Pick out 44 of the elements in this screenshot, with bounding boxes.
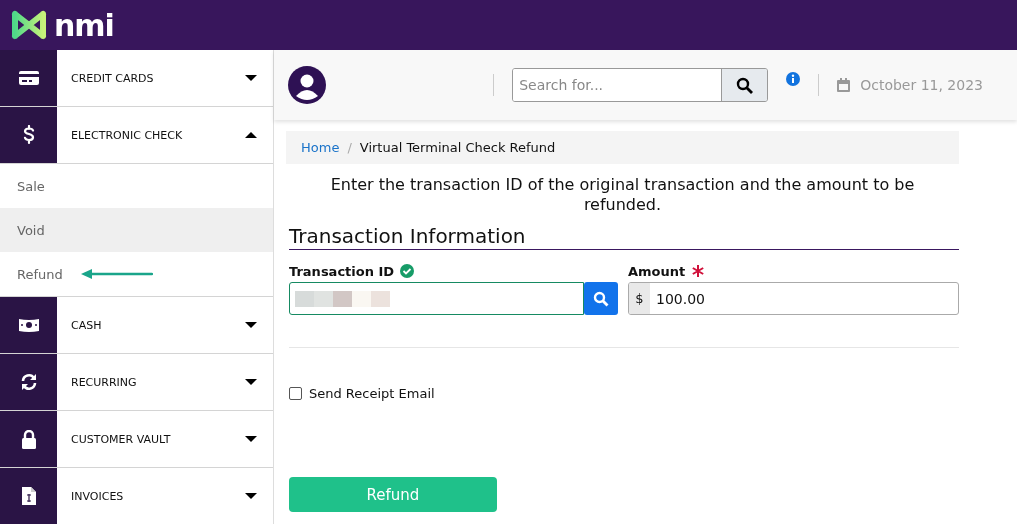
amount-field[interactable]: $ 100.00: [628, 282, 959, 315]
transaction-id-field[interactable]: [289, 282, 584, 315]
lookup-button[interactable]: [584, 282, 618, 315]
caret-icon: [245, 74, 257, 82]
search-icon: [593, 290, 609, 307]
section-title: Transaction Information: [289, 224, 959, 250]
cash-icon: [17, 317, 40, 333]
caret-icon: [245, 131, 257, 139]
caret-icon: [245, 321, 257, 329]
breadcrumb-separator: /: [347, 140, 352, 155]
menu-item[interactable]: Refund: [0, 252, 273, 296]
logo-icon: [10, 9, 48, 41]
caret-icon: [245, 492, 257, 500]
instructions-text: Enter the transaction ID of the original transaction and the amount to be refunded.: [329, 175, 916, 215]
menu-section[interactable]: RECURRING: [57, 354, 273, 410]
search-icon: [736, 76, 754, 94]
avatar-icon[interactable]: [288, 66, 326, 104]
menu-section[interactable]: ELECTRONIC CHECK: [57, 107, 273, 163]
field-label: Amount: [628, 263, 686, 279]
menu-item[interactable]: Void: [0, 208, 273, 252]
refresh-icon: [19, 373, 38, 391]
menu-section[interactable]: CUSTOMER VAULT: [57, 411, 273, 467]
menu-item[interactable]: Sale: [0, 164, 273, 208]
checkbox[interactable]: [289, 387, 302, 400]
search-button[interactable]: [721, 69, 768, 101]
checkbox-label: Send Receipt Email: [309, 386, 435, 401]
brand-name: nmi: [54, 7, 114, 43]
field-label: Transaction ID: [289, 263, 395, 279]
credit-card-icon: [18, 71, 39, 85]
date-text: October 11, 2023: [860, 77, 983, 93]
caret-icon: [245, 435, 257, 443]
menu-section[interactable]: CREDIT CARDS: [57, 50, 273, 106]
info-icon[interactable]: [786, 72, 801, 86]
currency-prefix: $: [629, 283, 650, 314]
invoice-icon: [21, 487, 36, 505]
calendar-icon: [837, 78, 851, 92]
breadcrumb-link[interactable]: Home: [301, 140, 340, 155]
menu-section[interactable]: INVOICES: [57, 468, 273, 524]
caret-icon: [245, 378, 257, 386]
breadcrumb-current: Virtual Terminal Check Refund: [359, 140, 556, 155]
lock-icon: [20, 429, 37, 449]
dollar-icon: [22, 125, 35, 145]
menu-section[interactable]: CASH: [57, 297, 273, 353]
search-field[interactable]: Search for...: [512, 68, 769, 102]
